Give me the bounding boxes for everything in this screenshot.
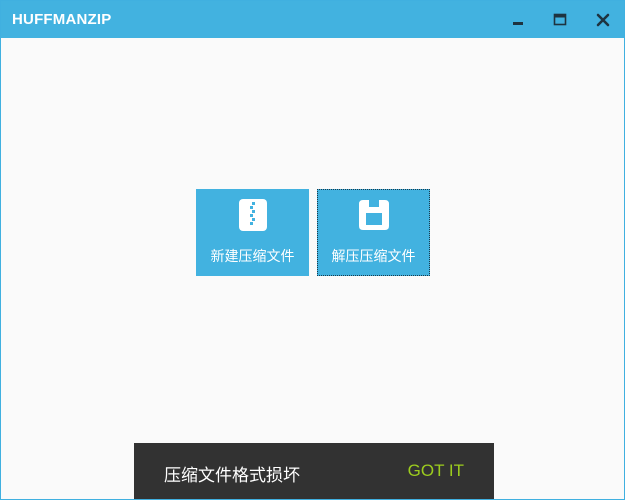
snackbar: 压缩文件格式损坏 GOT IT xyxy=(134,443,494,499)
floppy-disk-icon xyxy=(358,199,390,235)
snackbar-message: 压缩文件格式损坏 xyxy=(164,466,300,486)
minimize-icon xyxy=(511,13,525,27)
close-button[interactable] xyxy=(590,8,616,32)
title-bar[interactable]: HUFFMANZIP xyxy=(1,1,624,38)
maximize-button[interactable] xyxy=(547,8,573,32)
got-it-button[interactable]: GOT IT xyxy=(408,461,464,481)
minimize-button[interactable] xyxy=(505,8,531,32)
close-icon xyxy=(596,13,610,27)
extract-archive-button[interactable]: 解压压缩文件 xyxy=(317,189,430,276)
zip-file-icon xyxy=(237,199,269,235)
new-archive-label: 新建压缩文件 xyxy=(210,249,295,265)
app-window: HUFFMANZIP 新建压缩文件 解压压缩文件 压缩文件格式损坏 GOT IT xyxy=(0,0,625,500)
app-title: HUFFMANZIP xyxy=(12,11,112,28)
maximize-icon xyxy=(553,13,567,27)
extract-archive-label: 解压压缩文件 xyxy=(331,249,416,265)
new-archive-button[interactable]: 新建压缩文件 xyxy=(196,189,309,276)
